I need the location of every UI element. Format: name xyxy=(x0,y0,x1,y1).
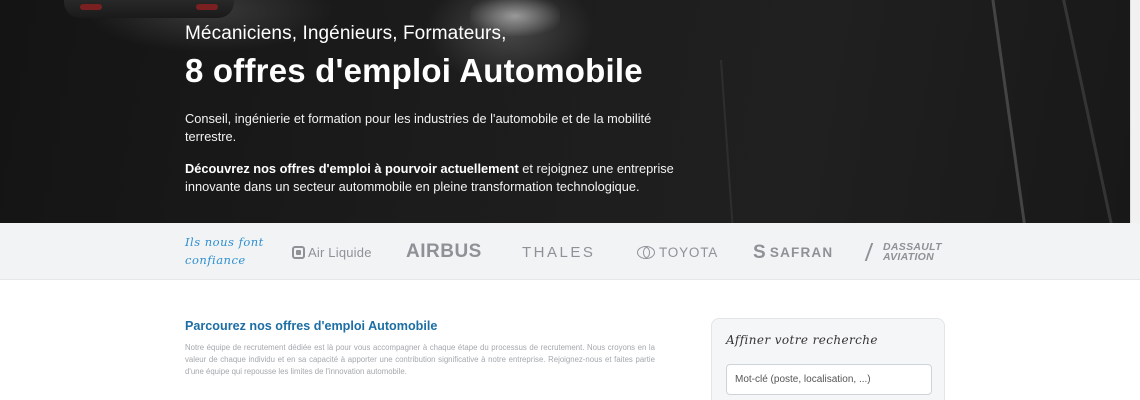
safran-s-icon: S xyxy=(753,241,767,263)
road-line xyxy=(990,0,1030,223)
scrollbar[interactable] xyxy=(1130,0,1140,223)
filter-panel: Affiner votre recherche xyxy=(711,318,945,400)
hero-cta-bold: Découvrez nos offres d'emploi à pourvoir… xyxy=(185,161,519,176)
hero-cta-text: Découvrez nos offres d'emploi à pourvoir… xyxy=(185,160,685,196)
dassault-aviation-logo: DASSAULT AVIATION xyxy=(866,237,942,267)
thales-logo: THALES xyxy=(522,243,596,261)
hero-subtitle: Mécaniciens, Ingénieurs, Formateurs, xyxy=(185,23,507,44)
section-title: Parcourez nos offres d'emploi Automobile xyxy=(185,319,438,333)
safran-logo: S SAFRAN xyxy=(753,241,834,263)
road-line xyxy=(1060,0,1117,223)
trust-label: Ils nous font confiance xyxy=(185,235,264,267)
section-intro-text: Notre équipe de recrutement dédiée est l… xyxy=(185,343,655,376)
dassault-wing-icon xyxy=(866,241,880,263)
road-line xyxy=(720,59,736,223)
airbus-logo: AIRBUS xyxy=(406,241,482,262)
hero-banner: Mécaniciens, Ingénieurs, Formateurs, 8 o… xyxy=(0,0,1140,223)
trust-bar: Ils nous font confiance Air Liquide AIRB… xyxy=(0,223,1140,280)
air-liquide-icon xyxy=(292,245,305,259)
hero-content: Mécaniciens, Ingénieurs, Formateurs, 8 o… xyxy=(185,22,685,196)
toyota-emblem-icon xyxy=(637,245,655,259)
toyota-logo: TOYOTA xyxy=(637,241,718,263)
hero-description: Conseil, ingénierie et formation pour le… xyxy=(185,111,652,144)
page-title: 8 offres d'emploi Automobile xyxy=(185,52,643,89)
filter-title: Affiner votre recherche xyxy=(726,333,878,347)
keyword-search-input[interactable] xyxy=(726,364,932,395)
background-car xyxy=(64,0,234,18)
air-liquide-logo: Air Liquide xyxy=(292,241,372,263)
